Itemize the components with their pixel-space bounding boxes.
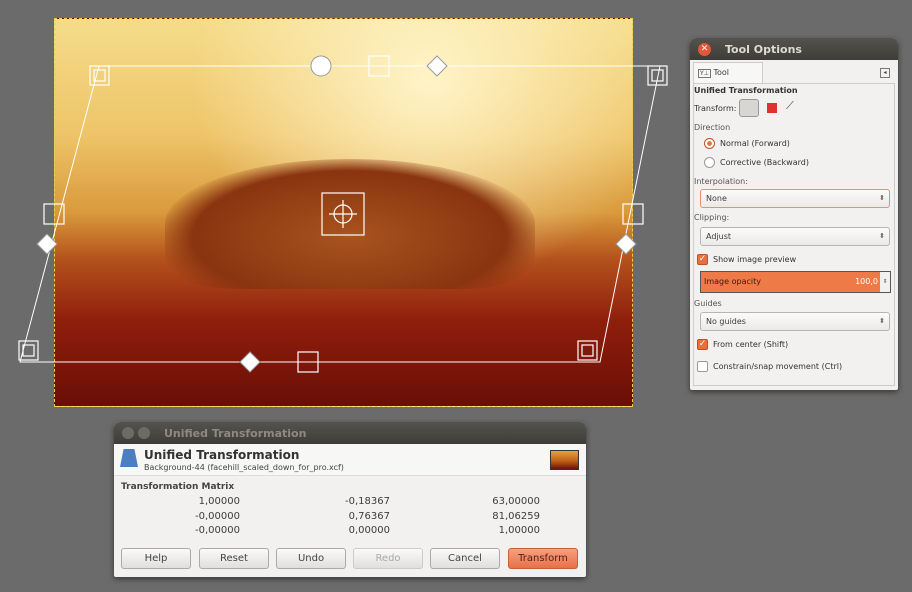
tool-options-titlebar[interactable]: ✕ Tool Options: [690, 38, 898, 60]
matrix-cell: 0,76367: [348, 511, 390, 522]
matrix-cell: 1,00000: [198, 496, 240, 507]
guides-select[interactable]: No guides ⬍: [700, 312, 890, 331]
corner-handle-bl: [18, 340, 39, 361]
close-icon[interactable]: [122, 427, 134, 439]
undo-button[interactable]: Undo: [276, 548, 346, 569]
dialog-titlebar[interactable]: Unified Transformation: [114, 422, 586, 444]
corner-handle-tl: [89, 65, 110, 86]
clipping-label: Clipping:: [694, 213, 730, 222]
guides-label: Guides: [694, 299, 722, 308]
layer-thumbnail: [550, 450, 579, 470]
direction-normal-radio[interactable]: [704, 138, 715, 149]
transform-button[interactable]: Transform: [508, 548, 578, 569]
shear-handle-bottom: [239, 351, 261, 373]
opacity-spin-icon[interactable]: ⬍: [880, 272, 890, 292]
matrix-cell: 81,06259: [492, 511, 540, 522]
matrix-cell: -0,00000: [195, 511, 240, 522]
tab-menu-icon[interactable]: ◂: [880, 68, 890, 78]
transform-label: Transform:: [694, 104, 737, 113]
matrix-cell: -0,18367: [345, 496, 390, 507]
shear-handle-top: [426, 55, 448, 77]
from-center-checkbox[interactable]: ✓: [697, 339, 708, 350]
tool-options-window: ✕ Tool Options Y⊥ Tool Options ◂ Unified …: [690, 38, 898, 390]
interpolation-value: None: [706, 194, 727, 203]
from-center-label: From center (Shift): [713, 340, 789, 349]
reset-button[interactable]: Reset: [199, 548, 269, 569]
constrain-checkbox[interactable]: [697, 361, 708, 372]
close-icon[interactable]: ✕: [698, 42, 711, 56]
opacity-label: Image opacity: [704, 277, 761, 286]
direction-corrective-label: Corrective (Backward): [720, 158, 809, 167]
shear-handle-right: [615, 233, 637, 255]
clipping-select[interactable]: Adjust ⬍: [700, 227, 890, 246]
transform-selection-icon[interactable]: [767, 103, 777, 113]
corner-handle-br: [577, 340, 598, 361]
direction-normal-label: Normal (Forward): [720, 139, 790, 148]
redo-button[interactable]: Redo: [353, 548, 423, 569]
direction-label: Direction: [694, 123, 731, 132]
corner-handle-tr: [647, 65, 668, 86]
opacity-value: 100,0: [855, 277, 878, 286]
direction-corrective-radio[interactable]: [704, 157, 715, 168]
guides-value: No guides: [706, 317, 746, 326]
cancel-button[interactable]: Cancel: [430, 548, 500, 569]
show-preview-checkbox[interactable]: ✓: [697, 254, 708, 265]
interpolation-label: Interpolation:: [694, 177, 748, 186]
scale-handle-right: [622, 203, 644, 225]
tab-tool-options[interactable]: Y⊥ Tool Options: [693, 62, 763, 98]
rotate-handle: [310, 55, 332, 77]
dialog-heading: Unified Transformation: [144, 448, 300, 462]
show-preview-label: Show image preview: [713, 255, 797, 264]
matrix-cell: 0,00000: [348, 525, 390, 536]
minimize-icon[interactable]: [138, 427, 150, 439]
constrain-label: Constrain/snap movement (Ctrl): [713, 362, 843, 371]
unified-transformation-dialog: Unified Transformation Unified Transform…: [114, 422, 586, 577]
window-title: Tool Options: [725, 42, 802, 56]
section-title: Unified Transformation: [694, 86, 798, 95]
dialog-subtitle: Background-44 (facehill_scaled_down_for_…: [144, 463, 344, 472]
matrix-cell: 1,00000: [498, 525, 540, 536]
matrix-label: Transformation Matrix: [121, 482, 235, 492]
matrix-cell: -0,00000: [195, 525, 240, 536]
tool-options-icon: Y⊥: [698, 69, 711, 78]
matrix-cell: 63,00000: [492, 496, 540, 507]
interpolation-select[interactable]: None ⬍: [700, 189, 890, 208]
help-button[interactable]: Help: [121, 548, 191, 569]
clipping-value: Adjust: [706, 232, 732, 241]
shear-handle-left: [36, 233, 58, 255]
dialog-title: Unified Transformation: [164, 426, 307, 440]
transform-layer-icon[interactable]: [739, 99, 759, 117]
image-opacity-slider[interactable]: Image opacity 100,0 ⬍: [700, 271, 891, 293]
transform-path-icon[interactable]: ⟋: [786, 99, 794, 113]
